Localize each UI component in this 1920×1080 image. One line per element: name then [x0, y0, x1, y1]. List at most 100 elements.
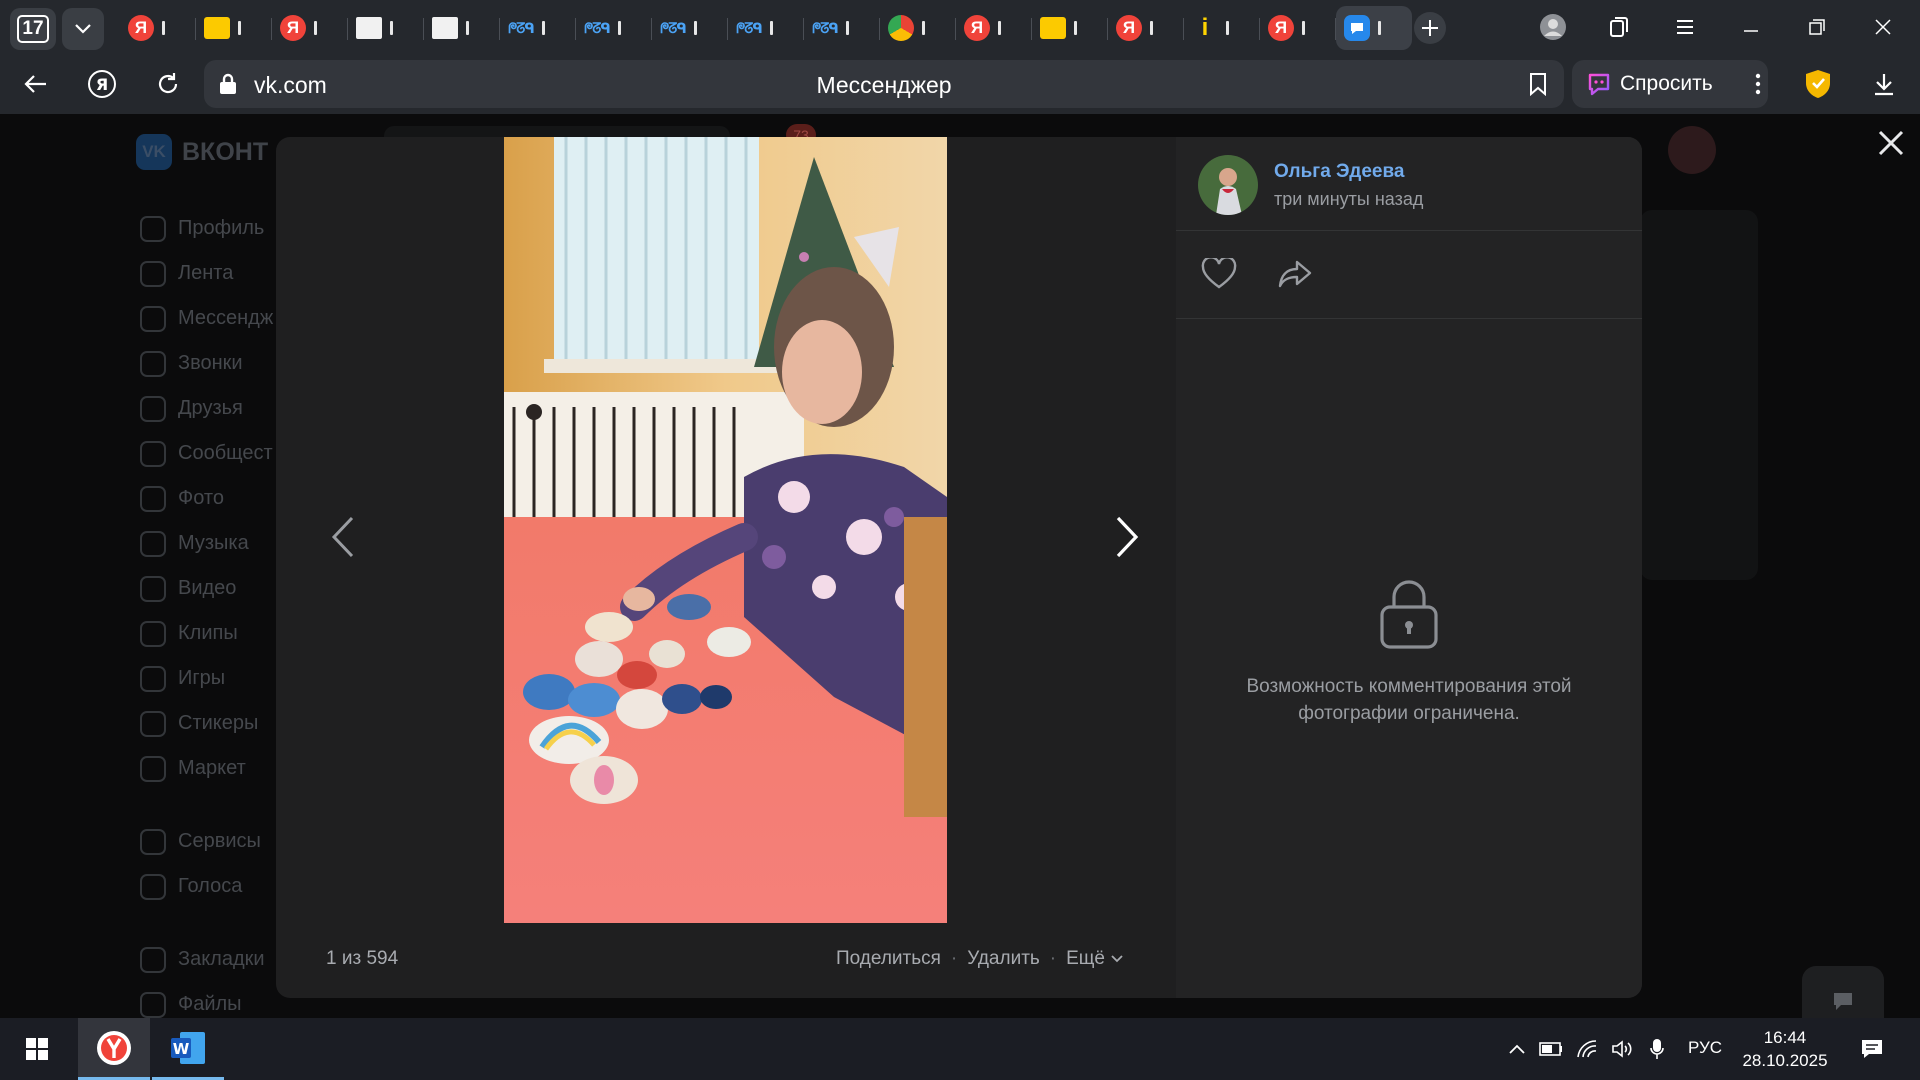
sidebar-item[interactable]: Профиль	[140, 206, 273, 251]
tab-yandex-3[interactable]: Я	[956, 6, 1032, 50]
sidebar-item-icon	[140, 485, 166, 512]
tab-images-1[interactable]	[196, 6, 272, 50]
tab-chrome-like[interactable]	[880, 6, 956, 50]
audio-indicator-icon	[238, 21, 241, 35]
sidebar-item[interactable]: Закладки	[140, 937, 273, 982]
taskbar-word[interactable]: W	[152, 1018, 224, 1080]
vk-logo[interactable]: VK ВКОНТ	[136, 134, 268, 170]
downloads-icon[interactable]	[1866, 66, 1902, 102]
system-tray	[1502, 1018, 1674, 1080]
sidebar-item[interactable]: Лента	[140, 251, 273, 296]
tab-images-2[interactable]	[1032, 6, 1108, 50]
tab-yandex-5[interactable]: Я	[1260, 6, 1336, 50]
ask-alice-button[interactable]: Спросить	[1572, 60, 1768, 108]
reload-icon[interactable]	[150, 66, 186, 102]
sidebar-item[interactable]: Файлы	[140, 982, 273, 1018]
sidebar-item[interactable]: Сообщест	[140, 431, 273, 476]
taskbar-yandex-browser[interactable]	[78, 1018, 150, 1080]
close-viewer-icon[interactable]	[1874, 126, 1908, 160]
tray-overflow-chevron-icon[interactable]	[1502, 1043, 1532, 1055]
tab-yandex-2[interactable]: Я	[272, 6, 348, 50]
notifications-icon[interactable]	[1852, 1018, 1892, 1080]
site-favicon-icon	[432, 17, 458, 39]
more-button[interactable]: Ещё	[1066, 948, 1123, 970]
bookmark-icon[interactable]	[1528, 72, 1548, 96]
sidebar-item-label: Маркет	[178, 757, 246, 779]
svg-text:Я: Я	[96, 75, 108, 94]
user-avatar[interactable]	[1668, 126, 1716, 174]
sidebar-item[interactable]: Клипы	[140, 611, 273, 656]
tab-yandex-1[interactable]: Я	[120, 6, 196, 50]
photo-counter: 1 из 594	[326, 948, 399, 969]
new-tab-button[interactable]	[1414, 12, 1446, 44]
sidebar-item[interactable]: Сервисы	[140, 819, 273, 864]
viewer-photo[interactable]	[504, 137, 947, 923]
more-vertical-icon[interactable]	[1755, 72, 1761, 96]
tab-site-2[interactable]: ᖘᘔᑫ	[576, 6, 652, 50]
collections-icon[interactable]	[1598, 8, 1640, 46]
sidebar-item[interactable]: Звонки	[140, 341, 273, 386]
yandex-favicon-icon: Я	[1116, 15, 1142, 41]
tab-list-chevron-icon[interactable]	[62, 8, 104, 50]
audio-indicator-icon	[390, 21, 393, 35]
yandex-favicon-icon: Я	[128, 15, 154, 41]
sidebar-item[interactable]: Голоса	[140, 864, 273, 909]
delete-button[interactable]: Удалить	[967, 948, 1040, 970]
tab-count: 17	[17, 15, 49, 43]
minimize-icon[interactable]	[1730, 8, 1772, 46]
tab-vk-messenger[interactable]	[1336, 6, 1412, 50]
sidebar-item[interactable]: Музыка	[140, 521, 273, 566]
sidebar-item-icon	[140, 215, 166, 242]
tab-info[interactable]: i	[1184, 6, 1260, 50]
sidebar-item[interactable]: Мессендж	[140, 296, 273, 341]
protect-shield-icon[interactable]	[1800, 66, 1836, 102]
clock-date: 28.10.2025	[1742, 1051, 1828, 1070]
tab-site-4[interactable]: ᖘᘔᑫ	[728, 6, 804, 50]
tab-card-1[interactable]	[348, 6, 424, 50]
audio-indicator-icon	[922, 21, 925, 35]
battery-icon[interactable]	[1532, 1042, 1570, 1056]
tab-card-2[interactable]	[424, 6, 500, 50]
close-window-icon[interactable]	[1862, 8, 1904, 46]
tab-site-3[interactable]: ᖘᘔᑫ	[652, 6, 728, 50]
input-language[interactable]: РУС	[1688, 1038, 1722, 1058]
vk-sidebar: Профиль Лента Мессендж Звонки Друзья Сообщест…	[140, 206, 273, 1018]
tab-site-1[interactable]: ᖘᘔᑫ	[500, 6, 576, 50]
previous-photo-button[interactable]	[318, 507, 368, 567]
profile-icon[interactable]	[1532, 8, 1574, 46]
start-windows-icon[interactable]	[14, 1018, 60, 1080]
author-avatar[interactable]	[1198, 155, 1258, 215]
audio-indicator-icon	[542, 21, 545, 35]
sidebar-item[interactable]: Стикеры	[140, 701, 273, 746]
yandex-favicon-icon: Я	[1268, 15, 1294, 41]
post-time[interactable]: три минуты назад	[1274, 189, 1423, 210]
audio-indicator-icon	[998, 21, 1001, 35]
site-favicon-icon: ᖘᘔᑫ	[660, 19, 687, 36]
sidebar-item[interactable]: Друзья	[140, 386, 273, 431]
like-heart-icon[interactable]	[1196, 251, 1242, 297]
sidebar-item-label: Клипы	[178, 622, 238, 644]
sidebar-item[interactable]: Игры	[140, 656, 273, 701]
clock[interactable]: 16:44 28.10.2025	[1730, 1026, 1840, 1072]
clock-time: 16:44	[1763, 1028, 1807, 1047]
sidebar-item[interactable]: Фото	[140, 476, 273, 521]
microphone-icon[interactable]	[1640, 1038, 1674, 1060]
sidebar-item[interactable]: Маркет	[140, 746, 273, 791]
tab-site-5[interactable]: ᖘᘔᑫ	[804, 6, 880, 50]
tab-count-button[interactable]: 17	[10, 8, 56, 50]
tab-yandex-4[interactable]: Я	[1108, 6, 1184, 50]
menu-icon[interactable]	[1664, 8, 1706, 46]
share-arrow-icon[interactable]	[1272, 251, 1318, 297]
author-name[interactable]: Ольга Эдеева	[1274, 161, 1405, 183]
back-arrow-icon[interactable]	[18, 66, 54, 102]
yandex-home-icon[interactable]: Я	[84, 66, 120, 102]
volume-icon[interactable]	[1604, 1039, 1640, 1059]
sidebar-item-icon	[140, 873, 166, 900]
address-bar[interactable]: vk.com Мессенджер	[204, 60, 1564, 108]
share-button[interactable]: Поделиться	[836, 948, 941, 970]
sidebar-item[interactable]: Видео	[140, 566, 273, 611]
restore-icon[interactable]	[1796, 8, 1838, 46]
network-icon[interactable]	[1570, 1039, 1604, 1059]
next-photo-button[interactable]	[1102, 507, 1152, 567]
chat-fab-button[interactable]	[1802, 966, 1884, 1018]
